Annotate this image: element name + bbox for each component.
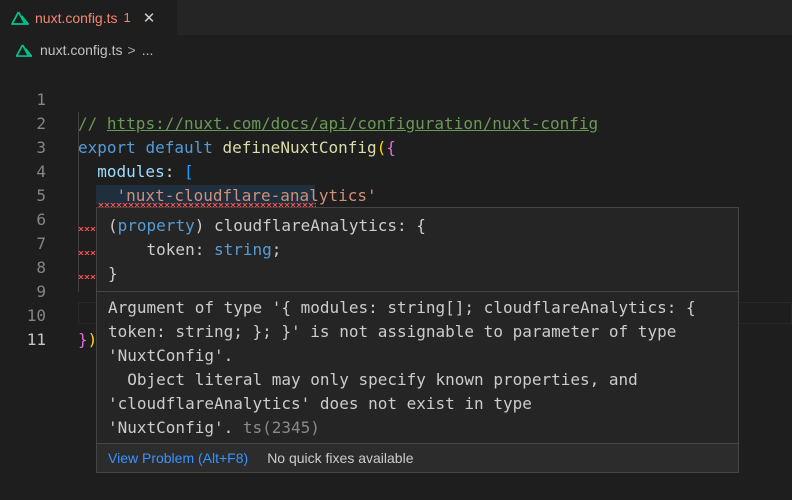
signature-token-type: string <box>213 240 272 259</box>
signature-token: token: <box>108 240 214 259</box>
code-line-2[interactable]: 2 export default defineNuxtConfig({ <box>0 88 792 157</box>
signature-name: cloudflareAnalytics: { <box>204 216 426 235</box>
message-line: token: string; }; }' is not assignable t… <box>108 322 677 341</box>
type-signature: (property) cloudflareAnalytics: { token:… <box>108 216 426 283</box>
hover-actions: View Problem (Alt+F8) No quick fixes ava… <box>97 443 738 472</box>
breadcrumb: nuxt.config.ts > ... <box>0 37 792 63</box>
breadcrumb-file[interactable]: nuxt.config.ts <box>40 42 123 58</box>
close-icon[interactable]: ✕ <box>143 9 156 27</box>
signature-end: } <box>108 264 118 283</box>
problem-count-badge: 1 <box>123 10 131 25</box>
nuxt-icon <box>15 44 33 57</box>
property-kind: property <box>117 216 195 235</box>
line-number: 11 <box>26 330 46 349</box>
code-line-3[interactable]: 3 modules: [ <box>0 112 792 181</box>
code-line-1[interactable]: 1 // https://nuxt.com/docs/api/configura… <box>0 64 792 133</box>
breadcrumb-more[interactable]: ... <box>142 42 154 58</box>
tab-bar: nuxt.config.ts 1 ✕ <box>0 0 792 35</box>
error-squiggle <box>78 251 96 255</box>
error-code: ts(2345) <box>233 418 320 437</box>
message-line: 'cloudflareAnalytics' does not exist in … <box>108 394 532 413</box>
chevron-right-icon: > <box>127 42 136 58</box>
error-squiggle <box>78 227 96 231</box>
error-message: Argument of type '{ modules: string[]; c… <box>108 296 696 440</box>
tab-title: nuxt.config.ts <box>35 9 118 26</box>
code-line-5[interactable]: 5 ], <box>0 160 792 229</box>
divider <box>97 291 738 292</box>
message-line: 'NuxtConfig'. <box>108 418 234 437</box>
message-line: 'NuxtConfig'. <box>108 346 234 365</box>
message-line: Argument of type '{ modules: string[]; c… <box>108 298 696 317</box>
view-problem-link[interactable]: View Problem (Alt+F8) <box>108 450 248 466</box>
brace: } <box>78 330 88 349</box>
error-squiggle <box>78 275 96 279</box>
message-line: Object literal may only specify known pr… <box>108 370 638 389</box>
tab-nuxt-config[interactable]: nuxt.config.ts 1 ✕ <box>0 0 177 35</box>
nuxt-icon <box>11 11 29 25</box>
hover-tooltip: (property) cloudflareAnalytics: { token:… <box>96 207 739 473</box>
code-line-4[interactable]: 4 'nuxt-cloudflare-analytics' <box>0 136 792 205</box>
no-quick-fixes-label: No quick fixes available <box>267 450 414 466</box>
